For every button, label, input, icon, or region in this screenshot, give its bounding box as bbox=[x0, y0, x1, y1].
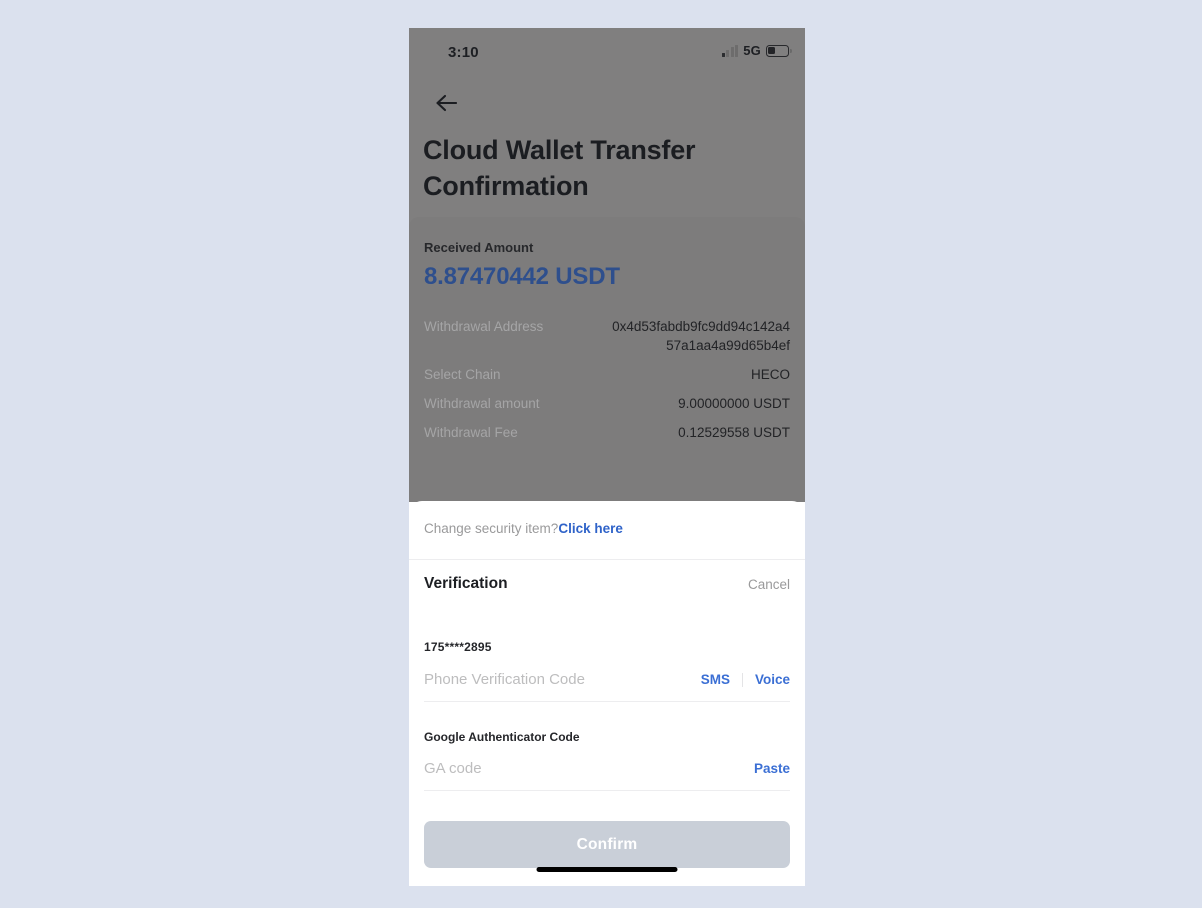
send-voice-button[interactable]: Voice bbox=[755, 672, 790, 687]
detail-row-withdrawal-address: Withdrawal Address 0x4d53fabdb9fc9dd94c1… bbox=[424, 317, 790, 355]
status-bar-time: 3:10 bbox=[448, 44, 479, 61]
change-security-item-link[interactable]: Click here bbox=[558, 521, 623, 536]
detail-row-withdrawal-fee: Withdrawal Fee 0.12529558 USDT bbox=[424, 423, 790, 442]
phone-code-actions: SMS Voice bbox=[701, 672, 790, 687]
status-bar-indicators: 5G bbox=[721, 43, 792, 58]
back-arrow-icon[interactable] bbox=[431, 88, 461, 118]
detail-key: Select Chain bbox=[424, 367, 501, 382]
detail-value: 9.00000000 USDT bbox=[678, 396, 790, 411]
detail-value: 0.12529558 USDT bbox=[678, 425, 790, 440]
detail-key: Withdrawal Address bbox=[424, 319, 544, 334]
detail-row-select-chain: Select Chain HECO bbox=[424, 365, 790, 384]
network-type-label: 5G bbox=[743, 43, 761, 58]
detail-key: Withdrawal amount bbox=[424, 396, 540, 411]
confirm-button[interactable]: Confirm bbox=[424, 821, 790, 868]
google-authenticator-field: Paste bbox=[424, 760, 790, 791]
detail-value: HECO bbox=[750, 367, 790, 382]
send-sms-button[interactable]: SMS bbox=[701, 672, 730, 687]
detail-row-withdrawal-amount: Withdrawal amount 9.00000000 USDT bbox=[424, 394, 790, 413]
sheet-divider bbox=[409, 559, 805, 560]
status-bar: 3:10 5G bbox=[409, 28, 805, 74]
page-background: 3:10 5G Cloud Wallet Transfer Confirmati… bbox=[0, 0, 1202, 908]
masked-phone-number: 175****2895 bbox=[424, 640, 492, 654]
verification-header: Verification Cancel bbox=[424, 575, 790, 593]
cancel-button[interactable]: Cancel bbox=[748, 577, 790, 592]
signal-bars-icon bbox=[721, 44, 739, 57]
received-amount-card: Received Amount 8.87470442 USDT Withdraw… bbox=[409, 217, 805, 502]
phone-screen: 3:10 5G Cloud Wallet Transfer Confirmati… bbox=[409, 28, 805, 886]
received-amount-label: Received Amount bbox=[424, 240, 534, 255]
phone-verification-field: SMS Voice bbox=[424, 671, 790, 702]
received-amount-value: 8.87470442 USDT bbox=[424, 263, 620, 290]
ga-code-input[interactable] bbox=[424, 760, 754, 777]
change-security-item-row: Change security item?Click here bbox=[424, 521, 623, 536]
google-authenticator-label: Google Authenticator Code bbox=[424, 730, 580, 744]
page-title: Cloud Wallet Transfer Confirmation bbox=[423, 135, 696, 201]
detail-key: Withdrawal Fee bbox=[424, 425, 518, 440]
dimmed-background-content: 3:10 5G Cloud Wallet Transfer Confirmati… bbox=[409, 28, 805, 502]
detail-value: 0x4d53fabdb9fc9dd94c142a457a1aa4a99d65b4… bbox=[612, 319, 790, 353]
phone-verification-code-input[interactable] bbox=[424, 671, 701, 688]
paste-button[interactable]: Paste bbox=[754, 761, 790, 776]
action-divider bbox=[741, 672, 743, 687]
transfer-detail-list: Withdrawal Address 0x4d53fabdb9fc9dd94c1… bbox=[424, 317, 790, 452]
verification-bottom-sheet: Change security item?Click here Verifica… bbox=[409, 501, 805, 886]
battery-icon bbox=[766, 44, 792, 57]
home-indicator bbox=[536, 867, 678, 872]
change-security-item-text: Change security item? bbox=[424, 521, 559, 536]
verification-title: Verification bbox=[424, 575, 508, 592]
ga-code-actions: Paste bbox=[754, 761, 790, 776]
